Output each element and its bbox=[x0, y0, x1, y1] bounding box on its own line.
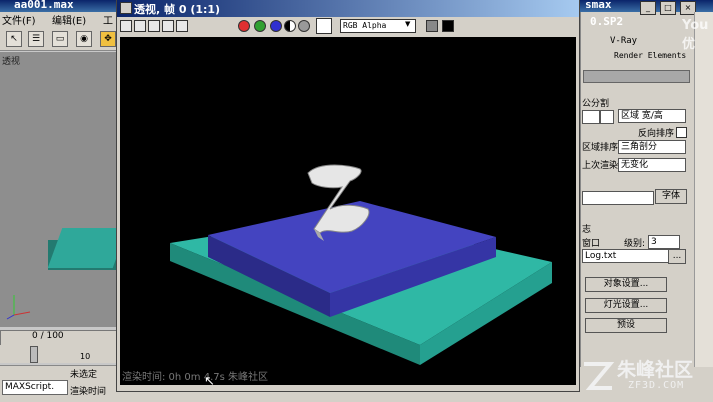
maxscript-listener[interactable]: MAXScript. bbox=[2, 380, 68, 395]
viewport-label: 透视 bbox=[2, 57, 21, 67]
region-order-select[interactable]: 三角剖分 bbox=[618, 140, 686, 154]
alpha-channel-icon[interactable] bbox=[284, 20, 296, 32]
level-label: 级别: bbox=[624, 239, 646, 249]
clear-icon[interactable] bbox=[162, 20, 174, 32]
select-arrow-icon[interactable]: ↖ bbox=[6, 31, 22, 47]
red-channel-icon[interactable] bbox=[238, 20, 250, 32]
rollout-header[interactable] bbox=[583, 70, 690, 83]
save-icon[interactable] bbox=[120, 20, 132, 32]
monochrome-icon[interactable] bbox=[298, 20, 310, 32]
window-crossing-icon[interactable]: ◉ bbox=[76, 31, 92, 47]
menu-file[interactable]: 文件(F) bbox=[2, 12, 36, 27]
gray-swatch[interactable] bbox=[426, 20, 438, 32]
vray-tab[interactable]: V-Ray bbox=[610, 36, 637, 46]
split-l-field[interactable] bbox=[600, 110, 614, 124]
clone-icon[interactable] bbox=[134, 20, 146, 32]
axis-gizmo-icon bbox=[6, 295, 31, 320]
black-swatch[interactable] bbox=[442, 20, 454, 32]
object-settings-button[interactable]: 对象设置... bbox=[585, 277, 667, 292]
maximize-button[interactable]: □ bbox=[660, 1, 676, 15]
version-label: 0.SP2 bbox=[590, 15, 624, 28]
window-label: 窗口 bbox=[582, 239, 601, 249]
track-ruler bbox=[0, 345, 116, 363]
font-button[interactable]: 字体 bbox=[655, 189, 687, 204]
menu-tools[interactable]: 工 bbox=[103, 12, 113, 27]
rendered-scene bbox=[170, 164, 552, 365]
channel-dropdown-icon[interactable]: ▼ bbox=[405, 20, 410, 28]
move-icon[interactable]: ✥ bbox=[100, 31, 116, 47]
clear-all-icon[interactable] bbox=[176, 20, 188, 32]
prev-render-select[interactable]: 无变化 bbox=[618, 158, 686, 172]
log-file-field[interactable]: Log.txt bbox=[582, 249, 670, 263]
frame-window-title: 透视, 帧 0 (1:1) bbox=[134, 3, 221, 16]
status-unselected: 未选定 bbox=[70, 370, 98, 380]
perspective-viewport[interactable] bbox=[0, 52, 116, 327]
split-x-field[interactable] bbox=[582, 110, 600, 124]
main-window-title: aa001.max bbox=[14, 0, 74, 11]
preset-button[interactable]: 预设 bbox=[585, 318, 667, 333]
select-by-name-icon[interactable]: ☰ bbox=[28, 31, 44, 47]
panel-scrollbar[interactable] bbox=[694, 12, 713, 367]
log-browse-button[interactable]: ... bbox=[668, 249, 686, 264]
mouse-cursor-icon: ↖ bbox=[204, 374, 215, 389]
render-area bbox=[120, 37, 576, 385]
print-icon[interactable] bbox=[148, 20, 160, 32]
font-field[interactable] bbox=[582, 191, 654, 205]
render-time-overlay: 渲染时间: 0h 0m 4.7s 朱峰社区 bbox=[122, 372, 269, 383]
minimize-button[interactable]: _ bbox=[640, 1, 656, 15]
render-elements-tab[interactable]: Render Elements bbox=[614, 51, 686, 60]
logo-icon bbox=[584, 362, 615, 390]
side-watermark: You 优 bbox=[682, 18, 709, 52]
reverse-order-checkbox[interactable] bbox=[676, 127, 687, 138]
frame-window-app-icon bbox=[120, 2, 132, 14]
status-rendertime: 渲染时间 bbox=[70, 387, 107, 397]
reverse-order-label: 反向排序 bbox=[638, 129, 675, 139]
logo-text: 朱峰社区 bbox=[617, 359, 694, 381]
logo-subtext: ZF3D.COM bbox=[628, 380, 685, 391]
split-label: 公分割 bbox=[582, 99, 610, 109]
region-select[interactable]: 区域 宽/高 bbox=[618, 109, 686, 123]
color-swatch[interactable] bbox=[316, 18, 332, 34]
region-order-label: 区域排序 bbox=[582, 143, 619, 153]
level-field[interactable]: 3 bbox=[648, 235, 680, 249]
light-settings-button[interactable]: 灯光设置... bbox=[585, 298, 667, 313]
section-label: 志 bbox=[582, 225, 592, 235]
ruler-mark-10: 10 bbox=[80, 352, 91, 361]
green-channel-icon[interactable] bbox=[254, 20, 266, 32]
time-slider-label: 0 / 100 bbox=[32, 331, 64, 341]
main-window-title-right: smax bbox=[585, 0, 612, 11]
prev-render-label: 上次渲染 bbox=[582, 161, 619, 171]
blue-channel-icon[interactable] bbox=[270, 20, 282, 32]
time-slider-handle[interactable] bbox=[30, 346, 38, 363]
menu-edit[interactable]: 编辑(E) bbox=[52, 12, 86, 27]
rect-select-icon[interactable]: ▭ bbox=[52, 31, 68, 47]
